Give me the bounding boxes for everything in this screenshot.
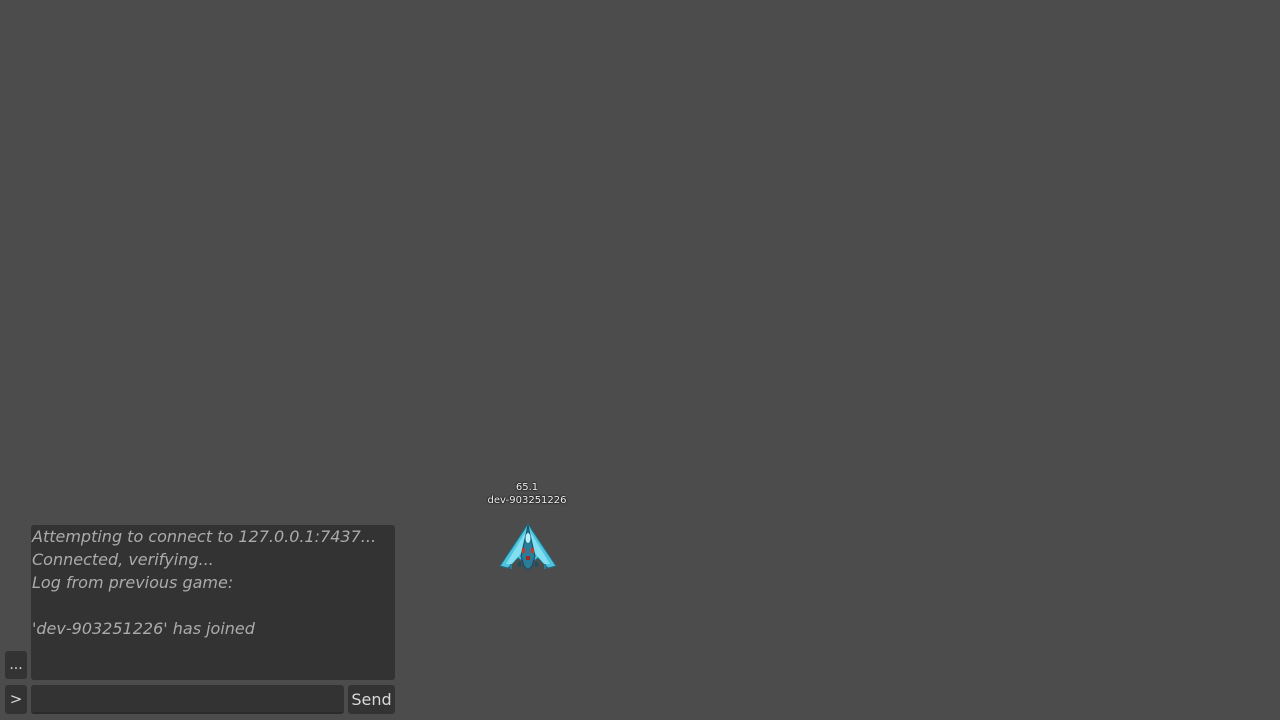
chat-prompt-button[interactable]: > — [5, 685, 27, 714]
chat-menu-button[interactable]: ... — [5, 651, 27, 679]
player-health-label: 65.1 — [515, 482, 539, 493]
chat-input[interactable] — [31, 685, 344, 714]
chat-log-line: 'dev-903251226' has joined — [32, 619, 255, 638]
chat-log[interactable]: Attempting to connect to 127.0.0.1:7437.… — [31, 525, 395, 680]
player-ship-icon — [499, 523, 557, 571]
player-ship: 65.1 dev-903251226 — [472, 480, 582, 575]
chat-log-line: Log from previous game: — [32, 573, 234, 592]
send-button[interactable]: Send — [348, 685, 395, 714]
chat-log-line: Attempting to connect to 127.0.0.1:7437.… — [32, 527, 377, 546]
chat-log-line — [32, 594, 394, 617]
chat-log-line: Connected, verifying... — [32, 550, 214, 569]
player-name-label: dev-903251226 — [487, 495, 567, 506]
game-world: 65.1 dev-903251226 Attempting to connect… — [0, 0, 1280, 720]
